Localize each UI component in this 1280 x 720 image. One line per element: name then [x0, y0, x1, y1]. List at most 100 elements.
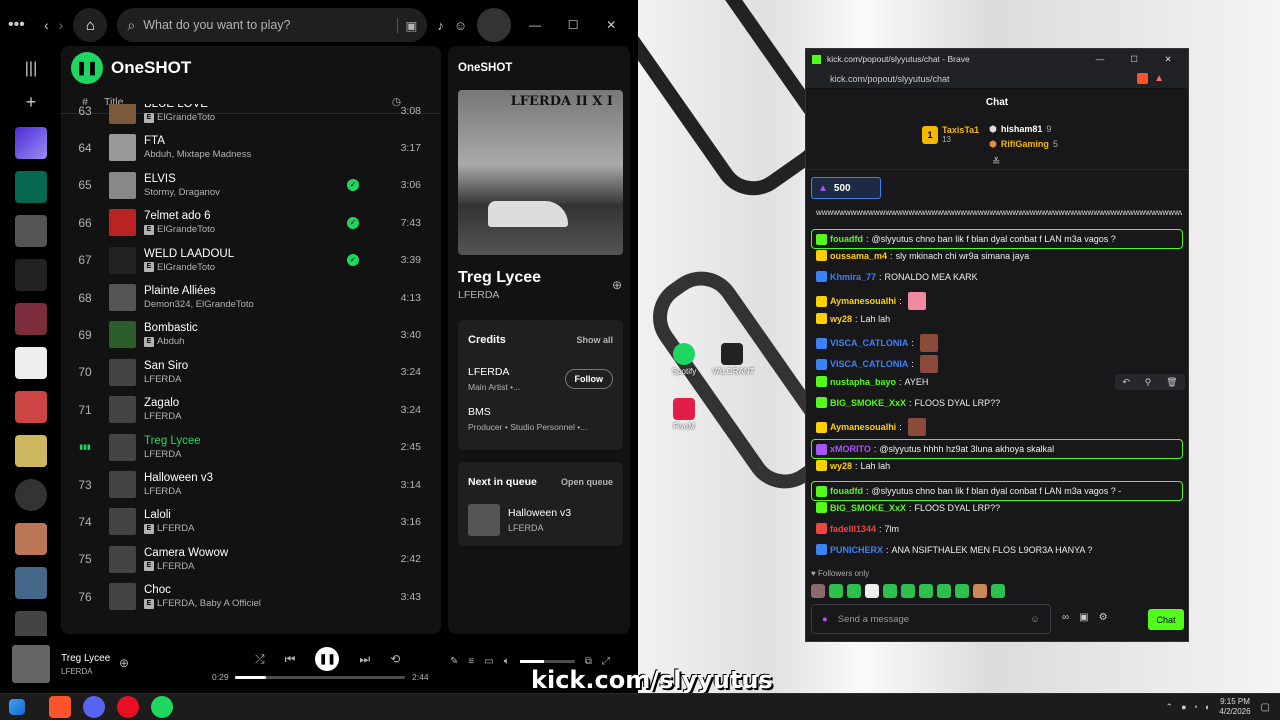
- chat-username[interactable]: BIG_SMOKE_XxX: [830, 398, 906, 408]
- brave-rewards-icon[interactable]: ▲: [1154, 73, 1164, 84]
- forward-arrow-icon[interactable]: ›: [59, 17, 64, 33]
- kicks-icon[interactable]: ∞: [1062, 612, 1069, 623]
- close-icon[interactable]: ✕: [1154, 54, 1182, 65]
- leaderboard-third[interactable]: ⬢ RifiGaming 5: [989, 139, 1058, 150]
- chat-message[interactable]: wy28: Lah lah: [816, 460, 1182, 471]
- chat-message[interactable]: BIG_SMOKE_XxX: FLOOS DYAL LRP??: [816, 502, 1182, 513]
- track-artist[interactable]: LFERDA: [144, 449, 181, 460]
- playlist-tile[interactable]: [15, 391, 47, 423]
- track-artist[interactable]: Demon324, ElGrandeToto: [144, 299, 254, 310]
- emote-button[interactable]: [883, 584, 897, 598]
- maximize-icon[interactable]: ☐: [1120, 54, 1148, 65]
- volume-icon[interactable]: 🔈︎: [504, 656, 510, 667]
- track-artist[interactable]: ElGrandeToto: [157, 262, 215, 273]
- track-row[interactable]: 67 WELD LAADOUL E ElGrandeToto ✓ 3:39: [61, 242, 441, 279]
- profile-avatar[interactable]: [477, 8, 512, 42]
- next-song[interactable]: Halloween v3: [508, 507, 571, 519]
- back-arrow-icon[interactable]: ‹: [44, 17, 49, 33]
- chat-username[interactable]: BIG_SMOKE_XxX: [830, 503, 906, 513]
- library-icon[interactable]: |||: [10, 60, 52, 78]
- chat-message[interactable]: Aymanesoualhi:: [816, 418, 1182, 436]
- emoji-icon[interactable]: ☺: [1030, 614, 1040, 625]
- chat-message[interactable]: wy28: Lah lah: [816, 313, 1182, 324]
- start-icon[interactable]: [9, 699, 25, 715]
- show-all-link[interactable]: Show all: [576, 335, 613, 345]
- chat-message[interactable]: VISCA_CATLONIA:: [816, 334, 1182, 352]
- track-artist[interactable]: LFERDA: [144, 411, 181, 422]
- player-artist[interactable]: LFERDA: [61, 667, 93, 676]
- chat-message[interactable]: PUNICHERX: ANA NSIFTHALEK MEN FLOS L9OR3A…: [816, 544, 1182, 555]
- url-text[interactable]: kick.com/popout/slyyutus/chat: [830, 74, 1137, 84]
- chat-message[interactable]: fouadfd: @slyyutus chno ban lik f blan dy…: [811, 229, 1183, 249]
- chat-message[interactable]: fouadfd: @slyyutus chno ban lik f blan dy…: [811, 481, 1183, 501]
- playlist-tile[interactable]: [15, 303, 47, 335]
- chat-message[interactable]: Aymanesoualhi:: [816, 292, 1182, 310]
- track-artist[interactable]: Stormy, Draganov: [144, 187, 220, 198]
- chat-message[interactable]: xMORITO: @slyyutus hhhh hz9at 3luna akhoy…: [811, 439, 1183, 459]
- track-row[interactable]: 63 BLUE LOVE E ElGrandeToto 3:08: [61, 104, 441, 129]
- maximize-icon[interactable]: ☐: [559, 18, 587, 32]
- track-artist[interactable]: ElGrandeToto: [157, 224, 215, 235]
- track-row[interactable]: 76 Choc E LFERDA, Baby A Officiel 3:43: [61, 578, 441, 615]
- desktop-icon-spotify[interactable]: Spotify: [664, 343, 704, 376]
- emote-button[interactable]: [865, 584, 879, 598]
- follow-button[interactable]: Follow: [564, 369, 613, 389]
- emote-button[interactable]: [991, 584, 1005, 598]
- emote-button[interactable]: [901, 584, 915, 598]
- search-input[interactable]: What do you want to play?: [143, 18, 388, 32]
- add-icon[interactable]: ⊕: [119, 656, 129, 670]
- track-row[interactable]: 64 FTA Abduh, Mixtape Madness 3:17: [61, 129, 441, 166]
- chat-message[interactable]: BIG_SMOKE_XxX: FLOOS DYAL LRP??: [816, 397, 1182, 408]
- chat-username[interactable]: wy28: [830, 461, 852, 471]
- expand-icon[interactable]: ≚: [992, 157, 1000, 168]
- spotify-taskbar-icon[interactable]: [151, 696, 173, 718]
- player-song[interactable]: Treg Lycee: [61, 653, 110, 664]
- emote-button[interactable]: [937, 584, 951, 598]
- chat-username[interactable]: fouadfd: [830, 234, 863, 244]
- device-icon[interactable]: ▭: [484, 656, 493, 667]
- chat-username[interactable]: Khmira_77: [830, 272, 876, 282]
- chat-message[interactable]: fadelll1344:7lm: [816, 523, 1182, 534]
- artist-tile[interactable]: [15, 479, 47, 511]
- delete-icon[interactable]: 🗑︎: [1166, 377, 1177, 388]
- volume-slider[interactable]: [519, 660, 575, 663]
- minimize-icon[interactable]: —: [1086, 54, 1114, 64]
- playlist-tile[interactable]: [15, 435, 47, 467]
- your-episodes-tile[interactable]: [15, 171, 47, 203]
- brave-shields-icon[interactable]: [1137, 73, 1149, 84]
- message-input[interactable]: ● Send a message ☺: [811, 604, 1051, 634]
- browse-icon[interactable]: ▣: [396, 17, 417, 33]
- track-row[interactable]: 65 ELVIS Stormy, Draganov ✓ 3:06: [61, 167, 441, 204]
- playlist-tile[interactable]: [15, 259, 47, 291]
- credit-name[interactable]: BMS: [468, 406, 491, 418]
- lyrics-icon[interactable]: ✎: [450, 656, 458, 667]
- menu-dots-icon[interactable]: •••: [8, 16, 34, 34]
- previous-icon[interactable]: ⏮: [285, 652, 296, 667]
- chat-username[interactable]: fouadfd: [830, 486, 863, 496]
- saved-check-icon[interactable]: ✓: [347, 216, 359, 229]
- add-icon[interactable]: +: [10, 92, 52, 113]
- chat-message[interactable]: Khmira_77: RONALDO MEA KARK: [816, 271, 1182, 282]
- desktop-icon-fivem[interactable]: FiveM: [664, 398, 704, 431]
- track-artist[interactable]: ElGrandeToto: [157, 112, 215, 123]
- minimize-icon[interactable]: —: [521, 18, 549, 32]
- track-artist[interactable]: Abduh: [157, 336, 184, 347]
- volume-icon[interactable]: ◖: [1204, 702, 1209, 712]
- pin-icon[interactable]: ⚲: [1145, 377, 1152, 388]
- emote-button[interactable]: [811, 584, 825, 598]
- track-artist[interactable]: LFERDA: [157, 561, 194, 572]
- desktop-icon-valorant[interactable]: VALORANT: [712, 343, 755, 376]
- add-to-library-icon[interactable]: ⊕: [612, 278, 622, 292]
- track-artist[interactable]: LFERDA: [144, 374, 181, 385]
- friends-icon[interactable]: ☺: [454, 18, 467, 33]
- track-row[interactable]: 73 Halloween v3 LFERDA 3:14: [61, 466, 441, 503]
- open-queue-link[interactable]: Open queue: [561, 477, 613, 487]
- track-row[interactable]: 66 7elmet ado 6 E ElGrandeToto ✓ 7:43: [61, 204, 441, 241]
- reply-icon[interactable]: ↶: [1122, 377, 1130, 388]
- pinned-gift[interactable]: ▲ 500: [811, 177, 881, 199]
- microphone-icon[interactable]: ●: [822, 614, 828, 625]
- chat-username[interactable]: oussama_m4: [830, 251, 887, 261]
- notifications-icon[interactable]: ♪: [437, 18, 444, 33]
- leaderboard-first[interactable]: 1 TaxisTa1 13: [922, 125, 979, 144]
- close-icon[interactable]: ✕: [597, 18, 625, 32]
